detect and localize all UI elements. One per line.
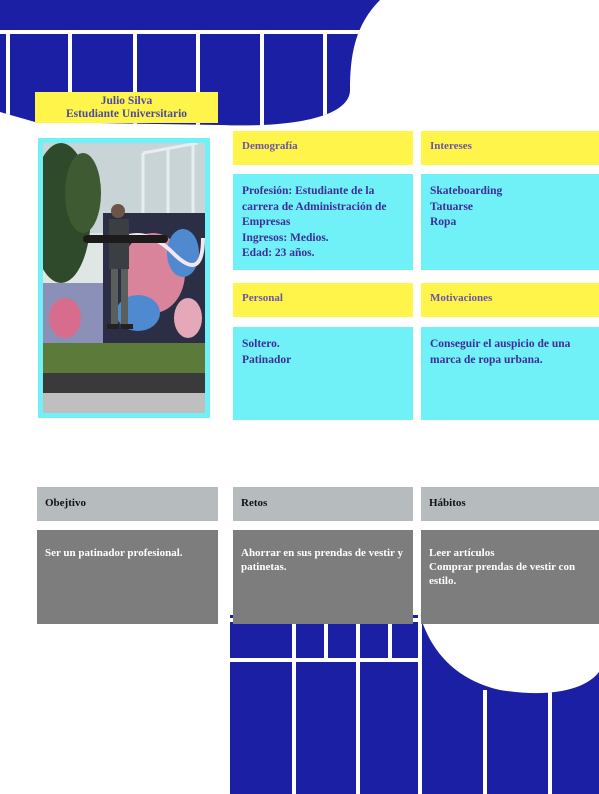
intereses-line-3: Ropa bbox=[430, 216, 457, 228]
persona-name: Julio Silva bbox=[100, 95, 153, 107]
personal-header: Personal bbox=[233, 283, 413, 317]
personal-box: Soltero. Patinador bbox=[233, 327, 413, 420]
retos-title: Retos bbox=[241, 497, 268, 509]
objetivo-header: Obejtivo bbox=[37, 487, 218, 521]
personal-title: Personal bbox=[242, 292, 283, 304]
persona-photo-frame bbox=[38, 138, 210, 418]
persona-role: Estudiante Universitario bbox=[65, 108, 188, 120]
demografia-box: Profesión: Estudiante de la carrera de A… bbox=[233, 174, 413, 270]
objetivo-line-1: Ser un patinador profesional. bbox=[45, 547, 183, 559]
intereses-box: Skateboarding Tatuarse Ropa bbox=[421, 174, 599, 270]
retos-line-1: Ahorrar en sus prendas de vestir y patin… bbox=[241, 547, 403, 573]
intereses-line-2: Tatuarse bbox=[430, 200, 474, 213]
intereses-line-1: Skateboarding bbox=[430, 185, 503, 197]
objetivo-title: Obejtivo bbox=[45, 497, 86, 509]
demografia-line-profesion: Profesión: Estudiante de la carrera de A… bbox=[242, 185, 387, 228]
personal-line-1: Soltero. bbox=[242, 338, 280, 350]
intereses-title: Intereses bbox=[430, 140, 472, 152]
motivaciones-line-1: Conseguir el auspicio de una marca de ro… bbox=[430, 338, 571, 366]
habitos-line-2: Comprar prendas de vestir con estilo. bbox=[429, 561, 576, 587]
personal-line-2: Patinador bbox=[242, 353, 292, 366]
motivaciones-title: Motivaciones bbox=[430, 292, 493, 304]
demografia-title: Demografía bbox=[242, 140, 298, 152]
demografia-line-ingresos: Ingresos: Medios. bbox=[242, 231, 329, 244]
habitos-title: Hábitos bbox=[429, 497, 466, 509]
habitos-header: Hábitos bbox=[421, 487, 599, 521]
persona-photo bbox=[43, 143, 205, 413]
objetivo-box: Ser un patinador profesional. bbox=[37, 530, 218, 624]
persona-name-label: Julio Silva Estudiante Universitario bbox=[35, 92, 218, 123]
demografia-header: Demografía bbox=[233, 131, 413, 165]
motivaciones-header: Motivaciones bbox=[421, 283, 599, 317]
intereses-header: Intereses bbox=[421, 131, 599, 165]
retos-header: Retos bbox=[233, 487, 413, 521]
habitos-line-1: Leer artículos bbox=[429, 547, 495, 559]
habitos-box: Leer artículos Comprar prendas de vestir… bbox=[421, 530, 599, 624]
demografia-line-edad: Edad: 23 años. bbox=[242, 247, 315, 259]
retos-box: Ahorrar en sus prendas de vestir y patin… bbox=[233, 530, 413, 624]
motivaciones-box: Conseguir el auspicio de una marca de ro… bbox=[421, 327, 599, 420]
